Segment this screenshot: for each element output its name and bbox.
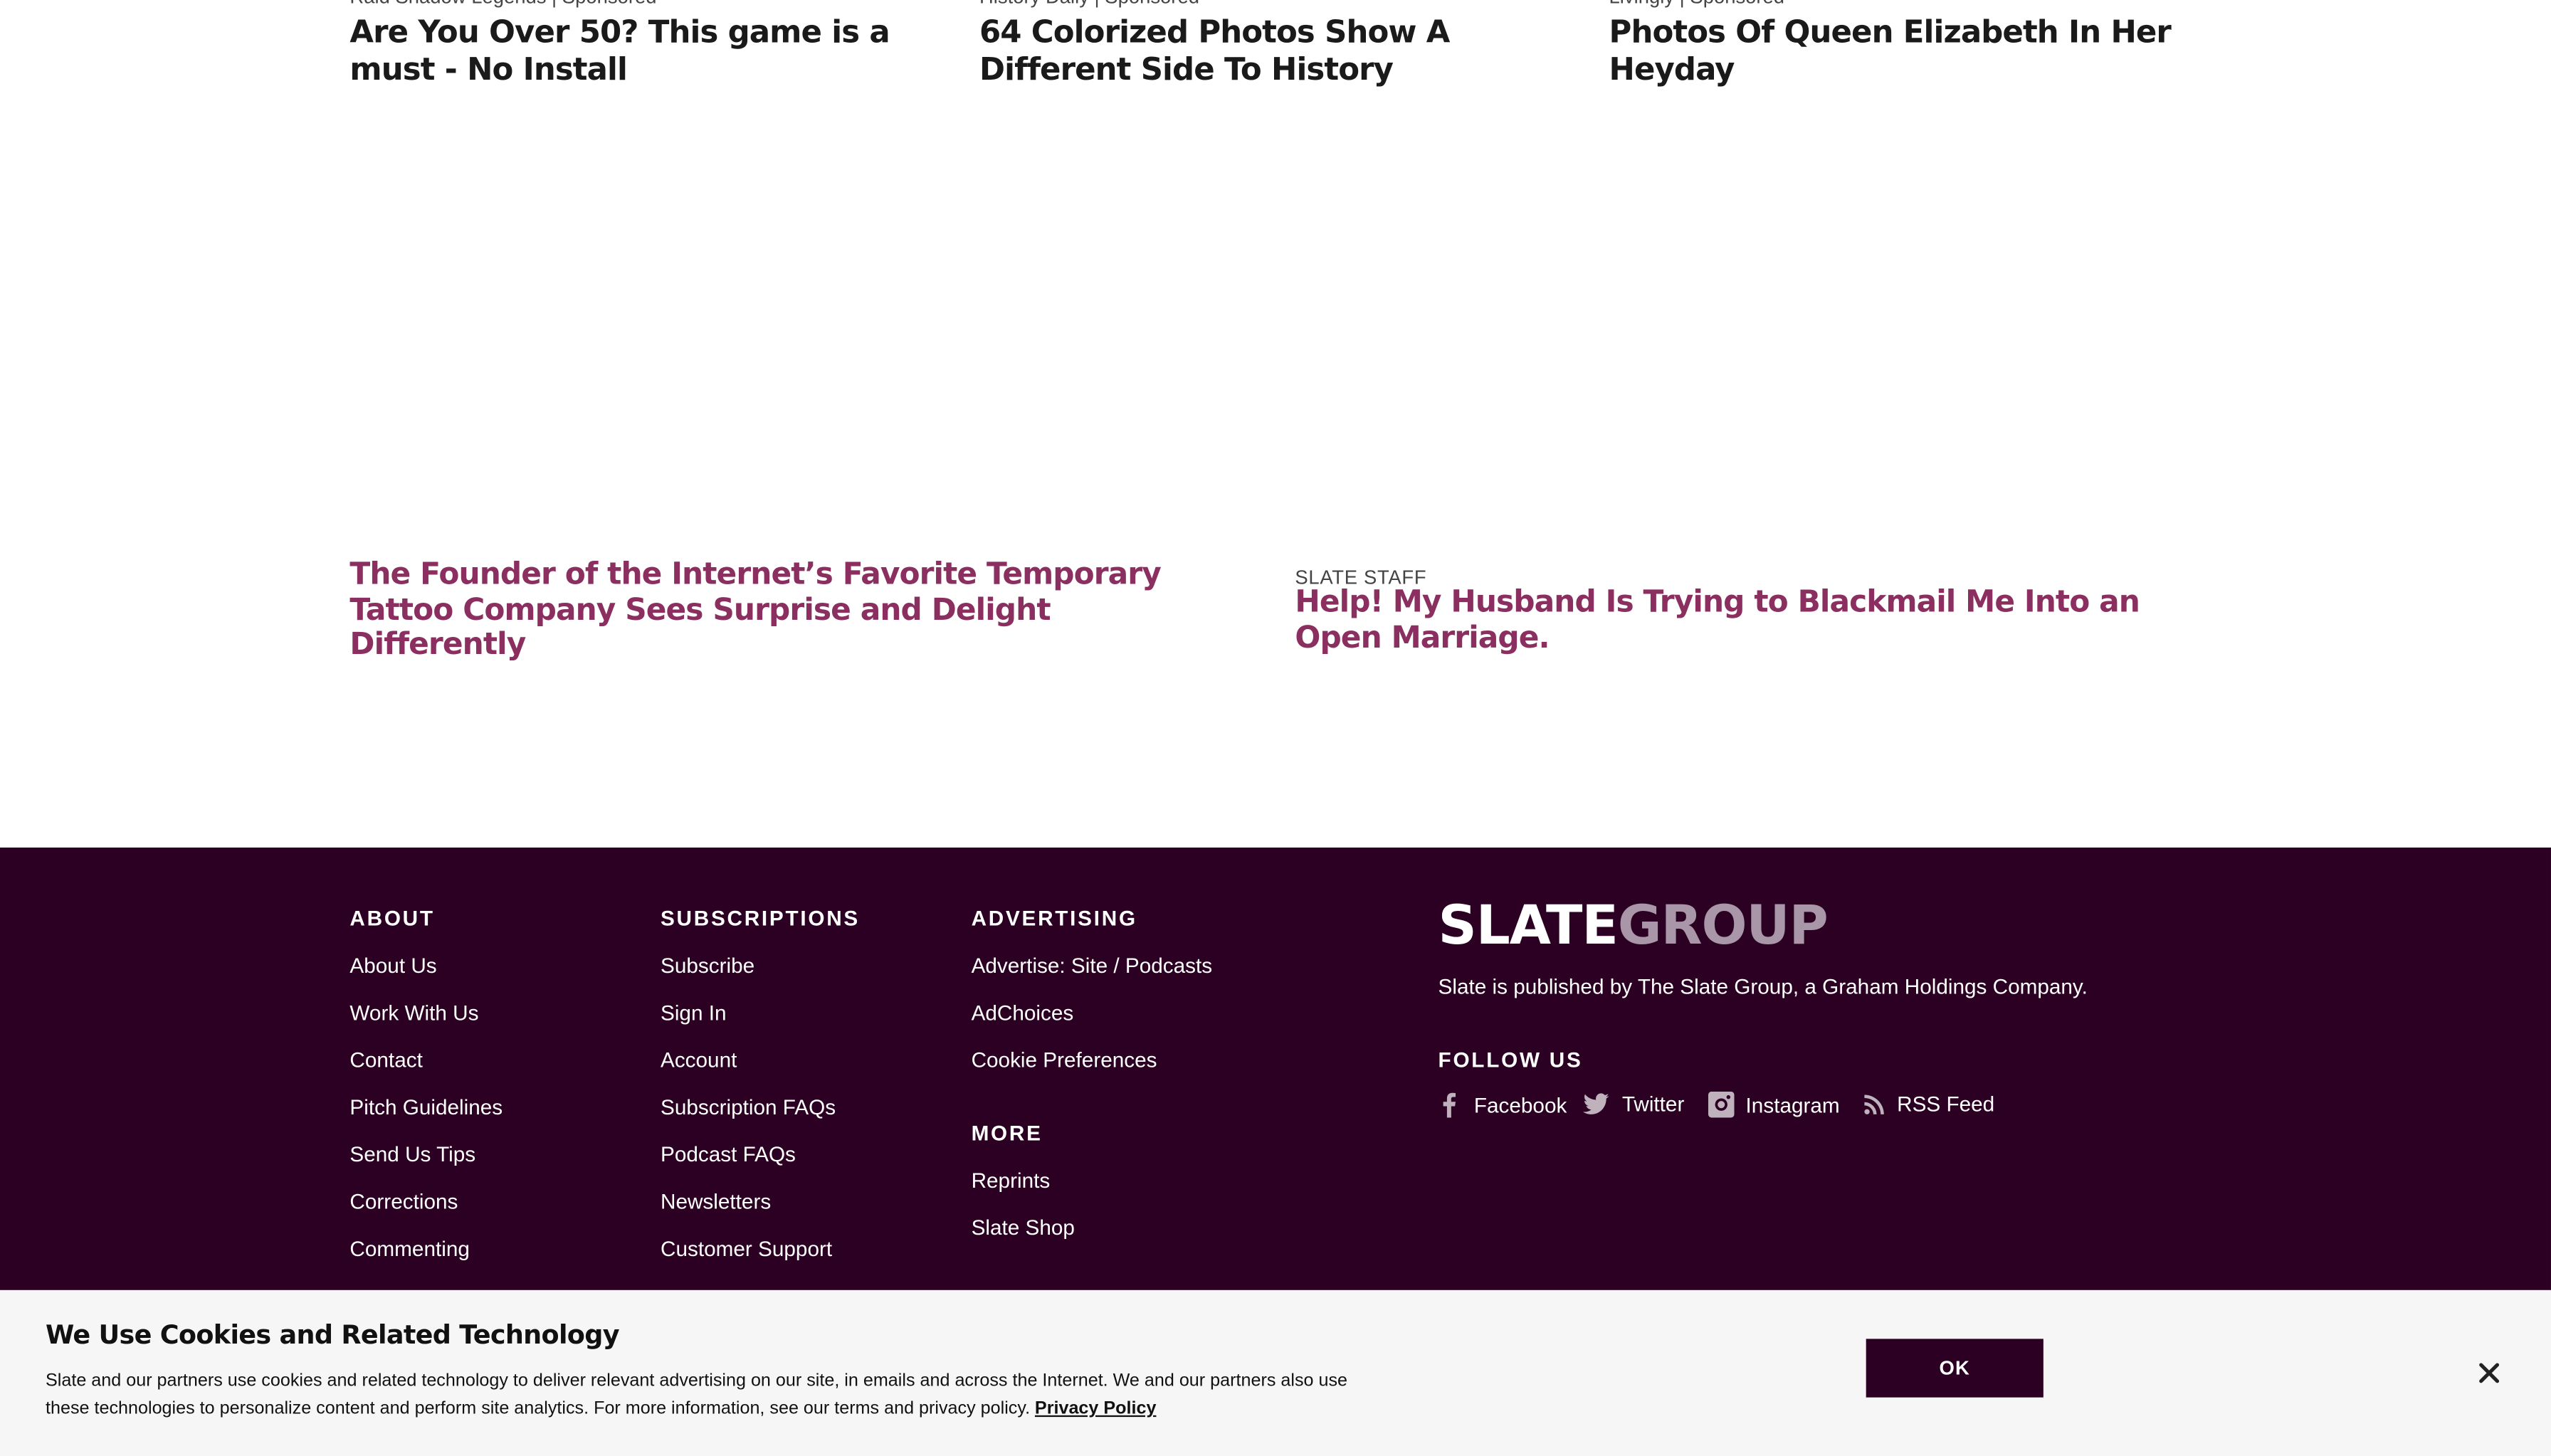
- footer-link-corrections[interactable]: Corrections: [349, 1189, 458, 1213]
- story-link-left[interactable]: The Founder of the Internet’s Favorite T…: [349, 558, 1196, 663]
- social-facebook[interactable]: Facebook: [1438, 1092, 1567, 1118]
- follow-us-heading: FOLLOW US: [1438, 1048, 1583, 1072]
- instagram-icon: [1708, 1091, 1735, 1118]
- logo-group: GROUP: [1617, 893, 1829, 957]
- sponsored-headline[interactable]: Are You Over 50? This game is a must - N…: [349, 15, 968, 90]
- slate-group-logo[interactable]: SLATEGROUP: [1438, 897, 1829, 954]
- footer-link-podcast-faqs[interactable]: Podcast FAQs: [661, 1142, 796, 1166]
- social-label: Facebook: [1473, 1092, 1567, 1117]
- rss-icon: [1864, 1094, 1884, 1114]
- footer-link-advertise[interactable]: Advertise: Site / Podcasts: [972, 954, 1213, 978]
- footer-link-reprints[interactable]: Reprints: [972, 1168, 1051, 1192]
- social-label: RSS Feed: [1897, 1091, 1995, 1117]
- cookie-banner: We Use Cookies and Related Technology Sl…: [0, 1289, 2551, 1456]
- cookie-title: We Use Cookies and Related Technology: [45, 1319, 620, 1351]
- footer-link-work-with-us[interactable]: Work With Us: [349, 1001, 478, 1025]
- footer-link-account[interactable]: Account: [661, 1048, 737, 1072]
- footer-heading-about: ABOUT: [349, 906, 435, 931]
- privacy-policy-link[interactable]: Privacy Policy: [1035, 1399, 1157, 1418]
- cookie-text: Slate and our partners use cookies and r…: [46, 1368, 1379, 1424]
- footer-link-subscribe[interactable]: Subscribe: [661, 954, 754, 978]
- footer-link-sign-in[interactable]: Sign In: [661, 1001, 727, 1025]
- close-icon[interactable]: [2475, 1359, 2504, 1388]
- footer-link-pitch-guidelines[interactable]: Pitch Guidelines: [349, 1094, 503, 1119]
- site-footer: ABOUT About Us Work With Us Contact Pitc…: [0, 848, 2551, 1294]
- twitter-icon: [1582, 1092, 1609, 1114]
- sponsor-meta: Raid Shadow Legends | Sponsored: [349, 0, 656, 8]
- footer-link-newsletters[interactable]: Newsletters: [661, 1189, 771, 1213]
- footer-link-customer-support[interactable]: Customer Support: [661, 1236, 832, 1260]
- social-label: Twitter: [1621, 1091, 1685, 1117]
- social-label: Instagram: [1745, 1092, 1840, 1117]
- footer-heading-advertising: ADVERTISING: [971, 906, 1137, 931]
- sponsor-meta: Livingly | Sponsored: [1609, 0, 1785, 8]
- social-rss[interactable]: RSS Feed: [1863, 1092, 1994, 1116]
- footer-link-slate-shop[interactable]: Slate Shop: [972, 1215, 1075, 1240]
- footer-link-contact[interactable]: Contact: [349, 1048, 422, 1072]
- sponsored-headline[interactable]: Photos Of Queen Elizabeth In Her Heyday: [1609, 15, 2293, 90]
- footer-link-subscription-faqs[interactable]: Subscription FAQs: [661, 1094, 836, 1119]
- social-instagram[interactable]: Instagram: [1708, 1091, 1840, 1118]
- social-twitter[interactable]: Twitter: [1582, 1091, 1685, 1117]
- story-link-right[interactable]: Help! My Husband Is Trying to Blackmail …: [1295, 586, 2141, 655]
- footer-link-send-tips[interactable]: Send Us Tips: [349, 1142, 475, 1166]
- sponsored-headline[interactable]: 64 Colorized Photos Show A Different Sid…: [979, 15, 1565, 90]
- sponsor-meta: History Daily | Sponsored: [979, 0, 1199, 8]
- footer-link-commenting[interactable]: Commenting: [349, 1236, 469, 1260]
- footer-link-about-us[interactable]: About Us: [349, 954, 436, 978]
- facebook-icon: [1443, 1092, 1456, 1118]
- logo-slate: SLATE: [1438, 893, 1619, 957]
- cookie-ok-button[interactable]: OK: [1866, 1339, 2044, 1398]
- footer-heading-more: MORE: [971, 1121, 1043, 1146]
- footer-link-adchoices[interactable]: AdChoices: [972, 1001, 1074, 1025]
- publisher-note: Slate is published by The Slate Group, a…: [1438, 974, 2088, 999]
- footer-link-cookie-preferences[interactable]: Cookie Preferences: [972, 1048, 1157, 1072]
- footer-heading-subscriptions: SUBSCRIPTIONS: [660, 906, 861, 931]
